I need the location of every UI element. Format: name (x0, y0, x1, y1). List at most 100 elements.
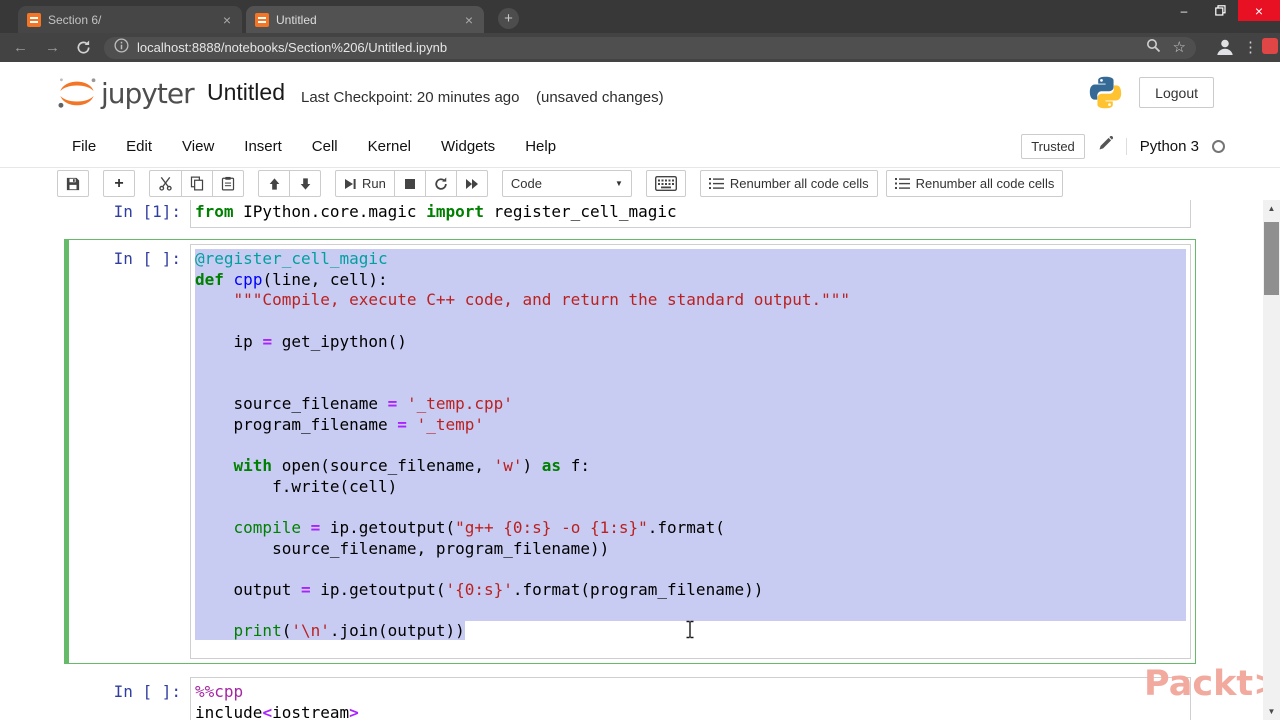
browser-tab-untitled[interactable]: Untitled × (246, 6, 484, 33)
scrollbar-thumb[interactable] (1264, 222, 1279, 295)
code-cell-import[interactable]: In [1]: from IPython.core.magic import r… (64, 200, 1196, 233)
add-cell-button[interactable]: + (103, 170, 135, 197)
keyboard-icon (654, 176, 677, 191)
jupyter-logo-text: jupyter (101, 77, 195, 110)
window-controls: – × (1166, 0, 1280, 21)
trusted-badge: Trusted (1021, 133, 1085, 159)
kernel-indicator-area: Trusted Python 3 (1021, 125, 1225, 167)
paste-cell-button[interactable] (212, 170, 244, 197)
menu-cell[interactable]: Cell (297, 138, 353, 155)
tab-title: Untitled (276, 12, 317, 27)
notebook-title[interactable]: Untitled (207, 79, 285, 106)
run-cell-button[interactable]: Run (335, 170, 395, 197)
logout-button[interactable]: Logout (1139, 77, 1214, 108)
window-minimize-button[interactable]: – (1166, 0, 1202, 21)
back-icon[interactable]: ← (13, 38, 28, 57)
tab-close-icon[interactable]: × (463, 13, 475, 27)
tab-title: Section 6/ (48, 12, 102, 27)
text-cursor (684, 620, 696, 644)
jupyter-planet-icon (58, 78, 96, 108)
forward-icon[interactable]: → (45, 38, 60, 57)
cell-input[interactable]: %%cpp include<iostream> (190, 677, 1191, 720)
kernel-name: Python 3 (1139, 137, 1199, 155)
browser-menu-icon[interactable]: ⋮ (1243, 38, 1258, 56)
cell-type-select[interactable]: Code ▼ (501, 170, 632, 197)
move-cell-down-button[interactable] (289, 170, 321, 197)
run-icon (345, 178, 356, 189)
notebook-area: In [1]: from IPython.core.magic import r… (0, 200, 1280, 720)
address-bar-actions: ☆ (1146, 38, 1186, 58)
cell-prompt: In [ ]: (113, 249, 181, 268)
code-cell-cpp-usage[interactable]: In [ ]: %%cpp include<iostream> (64, 672, 1196, 720)
python-logo-icon (1087, 74, 1124, 116)
unsaved-status: (unsaved changes) (536, 89, 664, 106)
restart-run-all-button[interactable] (455, 170, 488, 197)
checkpoint-text: Last Checkpoint: 20 minutes ago (301, 89, 520, 106)
new-tab-button[interactable]: + (498, 8, 519, 29)
window-restore-button[interactable] (1202, 0, 1238, 21)
menu-widgets[interactable]: Widgets (426, 138, 510, 155)
bookmark-star-icon[interactable]: ☆ (1173, 40, 1186, 55)
renumber-label: Renumber all code cells (915, 176, 1055, 191)
edit-mode-pencil-icon (1098, 135, 1113, 156)
divider (1125, 137, 1127, 155)
jupyter-header: jupyter Untitled Last Checkpoint: 20 min… (0, 62, 1280, 125)
cell-input[interactable]: from IPython.core.magic import register_… (190, 200, 1191, 228)
profile-avatar-icon[interactable] (1214, 36, 1236, 58)
move-cell-up-button[interactable] (258, 170, 290, 197)
save-button[interactable] (57, 170, 89, 197)
cell-prompt: In [1]: (113, 202, 181, 221)
browser-tab-strip: Section 6/ × Untitled × + – × (0, 0, 1280, 33)
restore-icon (1214, 5, 1226, 16)
jupyter-favicon-icon (27, 12, 41, 27)
restart-icon (435, 176, 447, 190)
cell-input[interactable]: @register_cell_magic def cpp(line, cell):… (190, 244, 1191, 660)
fast-forward-icon (465, 178, 478, 189)
code-editor[interactable]: %%cpp include<iostream> (195, 682, 1186, 720)
scroll-down-icon[interactable]: ▼ (1263, 703, 1280, 720)
zoom-icon[interactable] (1146, 38, 1161, 58)
code-editor[interactable]: from IPython.core.magic import register_… (195, 202, 1186, 223)
browser-tab-section6[interactable]: Section 6/ × (18, 6, 242, 33)
scroll-up-icon[interactable]: ▲ (1263, 200, 1280, 217)
numbered-list-icon (894, 178, 910, 189)
cell-type-value: Code (510, 176, 542, 191)
packt-watermark: Packt> (1144, 664, 1280, 704)
menu-view[interactable]: View (167, 138, 229, 155)
notebook-menubar: File Edit View Insert Cell Kernel Widget… (0, 125, 1280, 168)
renumber-cells-button-2[interactable]: Renumber all code cells (885, 170, 1064, 197)
browser-window: Section 6/ × Untitled × + – × ← → localh… (0, 0, 1280, 720)
cut-cell-button[interactable] (149, 170, 182, 197)
renumber-label: Renumber all code cells (729, 176, 869, 191)
url-text[interactable]: localhost:8888/notebooks/Section%206/Unt… (137, 40, 1138, 55)
notebook-toolbar: + Run Code ▼ Renumber all code cells Ren… (0, 168, 1280, 200)
interrupt-kernel-button[interactable] (393, 170, 426, 197)
menu-file[interactable]: File (57, 138, 111, 155)
menu-kernel[interactable]: Kernel (353, 138, 426, 155)
tab-close-icon[interactable]: × (221, 13, 233, 27)
restart-kernel-button[interactable] (424, 170, 457, 197)
jupyter-favicon-icon (255, 12, 269, 27)
window-close-button[interactable]: × (1238, 0, 1280, 21)
extension-icon[interactable] (1262, 38, 1278, 54)
command-palette-button[interactable] (645, 170, 686, 197)
chevron-down-icon: ▼ (614, 179, 623, 188)
kernel-idle-icon (1212, 139, 1225, 153)
menu-insert[interactable]: Insert (229, 138, 297, 155)
code-editor[interactable]: @register_cell_magic def cpp(line, cell):… (195, 249, 1186, 654)
address-bar[interactable]: localhost:8888/notebooks/Section%206/Unt… (104, 36, 1196, 59)
browser-toolbar: ← → localhost:8888/notebooks/Section%206… (0, 33, 1280, 62)
stop-icon (404, 178, 415, 189)
code-cell-cpp-magic-def[interactable]: In [ ]: @register_cell_magic def cpp(line… (64, 239, 1196, 665)
cell-prompt: In [ ]: (113, 682, 181, 701)
menu-help[interactable]: Help (510, 138, 571, 155)
jupyter-logo[interactable]: jupyter (56, 76, 195, 110)
site-info-icon[interactable] (114, 37, 129, 58)
reload-icon[interactable] (76, 40, 91, 60)
renumber-cells-button-1[interactable]: Renumber all code cells (699, 170, 878, 197)
menu-edit[interactable]: Edit (111, 138, 167, 155)
vertical-scrollbar[interactable]: ▲ ▼ (1263, 200, 1280, 720)
run-label: Run (362, 176, 386, 191)
copy-cell-button[interactable] (181, 170, 213, 197)
numbered-list-icon (708, 178, 724, 189)
